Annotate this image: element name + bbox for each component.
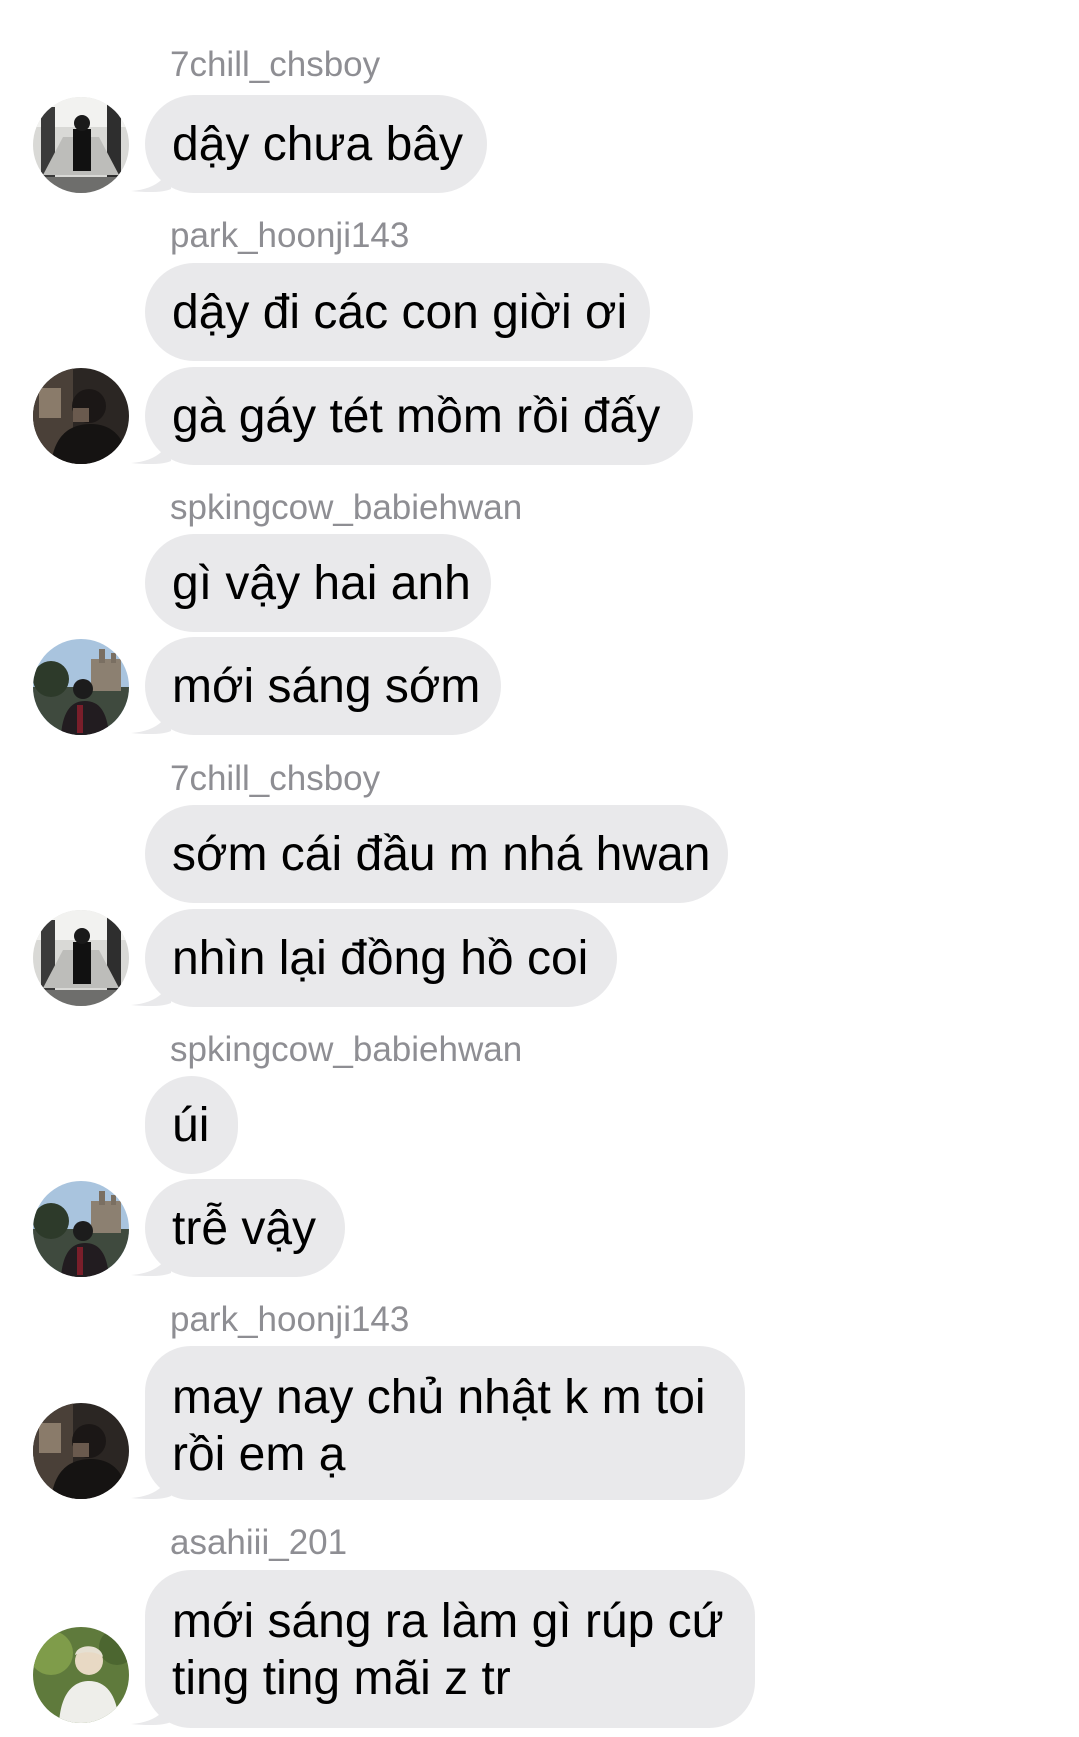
avatar-7chill-chsboy-icon (33, 97, 129, 193)
avatar-7chill-chsboy-icon (33, 910, 129, 1006)
message-bubble[interactable]: gì vậy hai anh (145, 534, 491, 632)
avatar-spkingcow-babiehwan-icon (33, 639, 129, 735)
message-bubble[interactable]: may nay chủ nhật k m toi rồi em ạ (145, 1346, 745, 1500)
sender-name: park_hoonji143 (170, 216, 410, 255)
message-bubble[interactable]: gà gáy tét mồm rồi đấy (145, 367, 693, 465)
avatar[interactable] (33, 97, 129, 193)
avatar-spkingcow-babiehwan-icon (33, 1181, 129, 1277)
message-text: mới sáng sớm (172, 659, 481, 713)
message-text: trễ vậy (172, 1201, 317, 1255)
message-text: nhìn lại đồng hồ coi (172, 931, 589, 985)
message-text: gà gáy tét mồm rồi đấy (172, 389, 661, 443)
message-text-line: rồi em ạ (172, 1428, 346, 1481)
avatar-park-hoonji143-icon (33, 368, 129, 464)
sender-name: spkingcow_babiehwan (170, 1030, 523, 1069)
message-bubble[interactable]: sớm cái đầu m nhá hwan (145, 805, 728, 903)
message-bubble[interactable]: mới sáng ra làm gì rúp cứ ting ting mãi … (145, 1570, 755, 1728)
avatar[interactable] (33, 1627, 129, 1723)
avatar[interactable] (33, 1181, 129, 1277)
avatar-asahiii-201-icon (33, 1627, 129, 1723)
sender-name: 7chill_chsboy (170, 759, 381, 798)
avatar[interactable] (33, 639, 129, 735)
message-bubble[interactable]: nhìn lại đồng hồ coi (145, 909, 617, 1007)
message-text-line: ting ting mãi z tr (172, 1652, 511, 1705)
avatar-park-hoonji143-icon (33, 1403, 129, 1499)
sender-name: park_hoonji143 (170, 1300, 410, 1339)
sender-name: asahiii_201 (170, 1523, 348, 1562)
message-text-line: may nay chủ nhật k m toi (172, 1371, 706, 1424)
sender-name: 7chill_chsboy (170, 45, 381, 84)
avatar[interactable] (33, 368, 129, 464)
message-text: gì vậy hai anh (172, 556, 471, 610)
message-text: úi (172, 1098, 210, 1152)
message-bubble[interactable]: trễ vậy (145, 1179, 345, 1277)
sender-name: spkingcow_babiehwan (170, 488, 523, 527)
message-bubble[interactable]: dậy đi các con giời ơi (145, 263, 650, 361)
message-bubble[interactable]: dậy chưa bây (145, 95, 487, 193)
avatar[interactable] (33, 910, 129, 1006)
message-bubble[interactable]: úi (145, 1076, 238, 1174)
message-text-line: mới sáng ra làm gì rúp cứ (172, 1595, 724, 1648)
message-text: dậy đi các con giời ơi (172, 285, 628, 339)
message-bubble[interactable]: mới sáng sớm (145, 637, 501, 735)
avatar[interactable] (33, 1403, 129, 1499)
message-text: sớm cái đầu m nhá hwan (172, 827, 711, 881)
message-text: dậy chưa bây (172, 117, 463, 171)
